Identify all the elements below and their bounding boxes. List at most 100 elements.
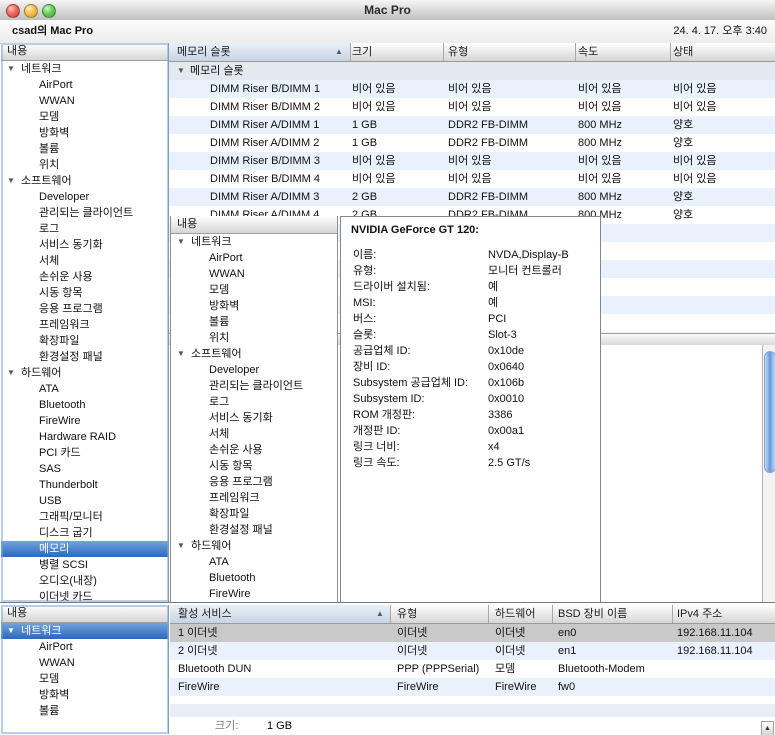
- sidebar-item-firewall[interactable]: 방화벽: [1, 687, 168, 703]
- sidebar-item-fonts[interactable]: 서체: [171, 426, 337, 442]
- sidebar-item-universal-access[interactable]: 손쉬운 사용: [171, 442, 337, 458]
- sidebar-item-wwan[interactable]: WWAN: [1, 655, 168, 671]
- vertical-scrollbar[interactable]: [762, 345, 775, 602]
- sidebar-item-hardware[interactable]: ▼하드웨어: [171, 538, 337, 554]
- column-header-slot[interactable]: 메모리 슬롯: [177, 43, 231, 61]
- sidebar-item-modem[interactable]: 모뎀: [1, 671, 168, 687]
- sidebar-item-firewall[interactable]: 방화벽: [171, 298, 337, 314]
- sidebar-item-usb[interactable]: USB: [1, 493, 168, 509]
- disclosure-triangle-icon[interactable]: ▼: [177, 234, 191, 250]
- disclosure-triangle-icon[interactable]: ▼: [7, 61, 21, 77]
- sidebar-item-sas[interactable]: SAS: [1, 461, 168, 477]
- column-header-bsd-name[interactable]: BSD 장비 이름: [558, 605, 627, 623]
- sidebar-item-frameworks[interactable]: 프레임워크: [171, 490, 337, 506]
- sidebar-item-sync-services[interactable]: 서비스 동기화: [1, 237, 168, 253]
- table-row[interactable]: DIMM Riser B/DIMM 3비어 있음비어 있음비어 있음비어 있음: [169, 152, 775, 170]
- sidebar-item-memory[interactable]: 메모리: [1, 541, 168, 557]
- disclosure-triangle-icon[interactable]: ▼: [177, 62, 185, 80]
- table-row[interactable]: DIMM Riser B/DIMM 4비어 있음비어 있음비어 있음비어 있음: [169, 170, 775, 188]
- sidebar-item-volumes[interactable]: 볼륨: [171, 314, 337, 330]
- disclosure-triangle-icon[interactable]: ▼: [177, 538, 191, 554]
- sidebar-item-sync-services[interactable]: 서비스 동기화: [171, 410, 337, 426]
- sidebar-item-ata[interactable]: ATA: [171, 554, 337, 570]
- scroll-up-arrow-icon[interactable]: ▲: [761, 721, 774, 735]
- sidebar-item-disc-burning[interactable]: 디스크 굽기: [1, 525, 168, 541]
- disclosure-triangle-icon[interactable]: ▼: [177, 346, 191, 362]
- sidebar-item-preference-panes[interactable]: 환경설정 패널: [171, 522, 337, 538]
- minimize-button-icon[interactable]: [24, 4, 38, 18]
- column-header-service[interactable]: 활성 서비스: [178, 605, 232, 623]
- table-row[interactable]: DIMM Riser A/DIMM 32 GBDDR2 FB-DIMM800 M…: [169, 188, 775, 206]
- sidebar-item-managed-client[interactable]: 관리되는 클라이언트: [171, 378, 337, 394]
- sidebar-item-airport[interactable]: AirPort: [1, 77, 168, 93]
- column-header-status[interactable]: 상태: [673, 43, 693, 61]
- sidebar-item-graphics-displays[interactable]: 그래픽/모니터: [1, 509, 168, 525]
- sidebar-item-logs[interactable]: 로그: [1, 221, 168, 237]
- sidebar-item-universal-access[interactable]: 손쉬운 사용: [1, 269, 168, 285]
- sidebar-item-locations[interactable]: 위치: [171, 330, 337, 346]
- sidebar-item-extensions[interactable]: 확장파일: [171, 506, 337, 522]
- sidebar-item-volumes[interactable]: 볼륨: [1, 703, 168, 719]
- sidebar-item-ata[interactable]: ATA: [1, 381, 168, 397]
- disclosure-triangle-icon[interactable]: ▼: [7, 173, 21, 189]
- sidebar-item-extensions[interactable]: 확장파일: [1, 333, 168, 349]
- sidebar-item-developer[interactable]: Developer: [1, 189, 168, 205]
- sidebar-item-hardware-raid[interactable]: Hardware RAID: [1, 429, 168, 445]
- sidebar-item-thunderbolt[interactable]: Thunderbolt: [1, 477, 168, 493]
- sidebar-item-preference-panes[interactable]: 환경설정 패널: [1, 349, 168, 365]
- sidebar-item-locations[interactable]: 위치: [1, 157, 168, 173]
- sidebar-item-parallel-scsi[interactable]: 병렬 SCSI: [1, 557, 168, 573]
- table-row[interactable]: Bluetooth DUNPPP (PPPSerial)모뎀Bluetooth-…: [170, 660, 775, 678]
- sidebar-item-firewire[interactable]: FireWire: [1, 413, 168, 429]
- sidebar-item-startup-items[interactable]: 시동 항목: [1, 285, 168, 301]
- disclosure-triangle-icon[interactable]: ▼: [7, 365, 21, 381]
- sidebar-item-fonts[interactable]: 서체: [1, 253, 168, 269]
- sidebar-item-volumes[interactable]: 볼륨: [1, 141, 168, 157]
- sidebar-item-network[interactable]: ▼네트워크: [1, 61, 168, 77]
- sidebar-item-airport[interactable]: AirPort: [171, 250, 337, 266]
- disclosure-triangle-icon[interactable]: ▼: [7, 623, 21, 639]
- sidebar-item-audio-built-in[interactable]: 오디오(내장): [1, 573, 168, 589]
- sidebar-item-network[interactable]: ▼네트워크: [171, 234, 337, 250]
- sidebar-item-firewire[interactable]: FireWire: [171, 586, 337, 602]
- sidebar-item-modem[interactable]: 모뎀: [171, 282, 337, 298]
- memory-group-row[interactable]: ▼ 메모리 슬롯: [169, 62, 775, 80]
- sidebar-item-software[interactable]: ▼소프트웨어: [171, 346, 337, 362]
- zoom-button-icon[interactable]: [42, 4, 56, 18]
- sidebar-item-frameworks[interactable]: 프레임워크: [1, 317, 168, 333]
- column-header-type[interactable]: 유형: [397, 605, 417, 623]
- table-row[interactable]: DIMM Riser B/DIMM 2비어 있음비어 있음비어 있음비어 있음: [169, 98, 775, 116]
- sidebar-item-applications[interactable]: 응용 프로그램: [1, 301, 168, 317]
- sidebar-item-startup-items[interactable]: 시동 항목: [171, 458, 337, 474]
- sidebar-item-wwan[interactable]: WWAN: [1, 93, 168, 109]
- sidebar-item-ethernet-cards[interactable]: 이더넷 카드: [1, 589, 168, 602]
- sidebar-item-software[interactable]: ▼소프트웨어: [1, 173, 168, 189]
- sidebar-item-logs[interactable]: 로그: [171, 394, 337, 410]
- title-bar[interactable]: Mac Pro: [0, 0, 775, 21]
- table-row[interactable]: FireWireFireWireFireWirefw0: [170, 678, 775, 696]
- sidebar-item-wwan[interactable]: WWAN: [171, 266, 337, 282]
- sidebar-item-modem[interactable]: 모뎀: [1, 109, 168, 125]
- sidebar-item-pci-cards[interactable]: PCI 카드: [1, 445, 168, 461]
- table-row-selected[interactable]: 1 이더넷이더넷이더넷en0192.168.11.104: [170, 624, 775, 642]
- sidebar-item-bluetooth[interactable]: Bluetooth: [1, 397, 168, 413]
- sidebar-item-developer[interactable]: Developer: [171, 362, 337, 378]
- sidebar-item-network[interactable]: ▼네트워크: [1, 623, 168, 639]
- column-header-type[interactable]: 유형: [448, 43, 468, 61]
- scrollbar-thumb[interactable]: [764, 351, 775, 473]
- table-row[interactable]: DIMM Riser A/DIMM 11 GBDDR2 FB-DIMM800 M…: [169, 116, 775, 134]
- sidebar-item-bluetooth[interactable]: Bluetooth: [171, 570, 337, 586]
- table-row[interactable]: DIMM Riser A/DIMM 21 GBDDR2 FB-DIMM800 M…: [169, 134, 775, 152]
- sidebar-item-airport[interactable]: AirPort: [1, 639, 168, 655]
- column-header-size[interactable]: 크기: [352, 43, 372, 61]
- column-header-ipv4[interactable]: IPv4 주소: [677, 605, 722, 623]
- sidebar-item-firewall[interactable]: 방화벽: [1, 125, 168, 141]
- sidebar-item-hardware[interactable]: ▼하드웨어: [1, 365, 168, 381]
- sidebar-item-managed-client[interactable]: 관리되는 클라이언트: [1, 205, 168, 221]
- table-row[interactable]: 2 이더넷이더넷이더넷en1192.168.11.104: [170, 642, 775, 660]
- sidebar-item-applications[interactable]: 응용 프로그램: [171, 474, 337, 490]
- column-header-speed[interactable]: 속도: [578, 43, 598, 61]
- close-button-icon[interactable]: [6, 4, 20, 18]
- table-row[interactable]: DIMM Riser B/DIMM 1비어 있음비어 있음비어 있음비어 있음: [169, 80, 775, 98]
- column-header-hardware[interactable]: 하드웨어: [495, 605, 535, 623]
